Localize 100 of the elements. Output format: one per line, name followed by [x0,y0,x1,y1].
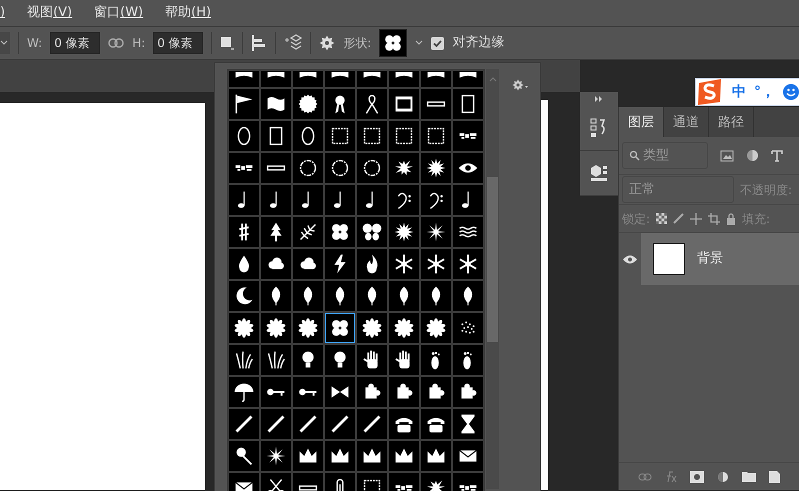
shape-swatch[interactable] [325,313,355,343]
shape-swatch[interactable] [421,377,451,407]
shape-swatch[interactable] [229,249,259,279]
shape-swatch[interactable] [453,249,483,279]
mask-icon[interactable] [690,470,704,482]
shape-swatch[interactable] [453,89,483,119]
text-filter-icon[interactable] [771,150,783,162]
shape-swatch[interactable] [261,313,291,343]
shape-swatch[interactable] [293,121,323,151]
shape-swatch[interactable] [453,345,483,375]
shape-swatch[interactable] [229,441,259,471]
shape-swatch[interactable] [453,71,483,87]
shape-swatch[interactable] [453,217,483,247]
shape-swatch[interactable] [325,217,355,247]
shape-swatch[interactable] [357,473,387,491]
shape-swatch[interactable] [453,153,483,183]
shape-swatch[interactable] [421,217,451,247]
shape-swatch[interactable] [357,89,387,119]
shape-swatch[interactable] [261,89,291,119]
shape-swatch[interactable] [389,281,419,311]
shape-swatch[interactable] [229,217,259,247]
shape-swatch[interactable] [421,89,451,119]
lock-icon[interactable] [726,212,736,224]
shape-swatch[interactable] [229,89,259,119]
shape-swatch[interactable] [357,313,387,343]
shape-swatch[interactable] [261,121,291,151]
brush-icon[interactable] [673,213,684,224]
shape-swatch[interactable] [453,281,483,311]
image-filter-icon[interactable] [720,150,734,162]
shape-swatch[interactable] [389,377,419,407]
shape-swatch[interactable] [453,441,483,471]
shape-swatch[interactable] [357,121,387,151]
shape-swatch[interactable] [229,313,259,343]
shape-swatch[interactable] [261,473,291,491]
shape-swatch[interactable] [261,281,291,311]
shape-swatch[interactable] [453,185,483,215]
shape-swatch[interactable] [389,121,419,151]
shape-swatch[interactable] [261,249,291,279]
ime-logo-icon[interactable] [696,78,724,106]
properties-icon[interactable] [589,163,609,183]
shape-swatch[interactable] [389,313,419,343]
shape-swatch[interactable] [293,313,323,343]
align-icon[interactable] [251,35,268,51]
shape-swatch[interactable] [293,345,323,375]
shape-swatch[interactable] [325,153,355,183]
shape-swatch[interactable] [229,345,259,375]
collapse-icon[interactable] [594,96,604,102]
menu-item[interactable]: 窗口(W) [94,3,144,23]
shape-swatch[interactable] [421,153,451,183]
layer-row[interactable]: 背景 [619,233,799,285]
shape-swatch[interactable] [229,153,259,183]
shape-swatch[interactable] [389,153,419,183]
settings-icon[interactable] [319,35,336,51]
shape-swatch[interactable] [261,153,291,183]
menu-item[interactable]: 帮助(H) [165,3,212,23]
scrollbar-thumb[interactable] [487,177,498,342]
shape-swatch[interactable] [229,71,259,87]
shape-swatch[interactable] [357,377,387,407]
shape-swatch[interactable] [325,441,355,471]
shape-swatch[interactable] [357,153,387,183]
shape-swatch[interactable] [357,281,387,311]
adjustment-icon[interactable] [717,470,730,482]
width-field[interactable]: 0 像素 [50,32,100,54]
shape-swatch[interactable] [453,121,483,151]
shape-swatch[interactable] [293,71,323,87]
shape-swatch[interactable] [229,281,259,311]
shape-swatch[interactable] [229,185,259,215]
history-icon[interactable] [590,117,608,139]
eye-icon[interactable] [623,254,637,264]
shape-swatch[interactable] [261,71,291,87]
shape-swatch[interactable] [453,409,483,439]
link-icon[interactable] [108,38,124,48]
shape-swatch[interactable] [357,185,387,215]
smiley-icon[interactable] [783,84,799,100]
shape-swatch[interactable] [325,377,355,407]
shape-swatch[interactable] [293,473,323,491]
shape-swatch[interactable] [293,249,323,279]
shape-swatch[interactable] [389,217,419,247]
dropdown-caret-icon[interactable] [0,32,10,54]
shape-swatch[interactable] [357,441,387,471]
panel-tab[interactable]: 通道 [664,107,709,137]
shape-swatch[interactable] [453,377,483,407]
shape-swatch[interactable] [261,185,291,215]
shape-swatch[interactable] [293,153,323,183]
menu-item[interactable]: 视图(V) [27,3,72,23]
arrange-icon[interactable] [284,34,302,52]
adjustment-filter-icon[interactable] [746,149,759,162]
shape-swatch[interactable] [261,345,291,375]
shape-swatch[interactable] [293,185,323,215]
shape-swatch[interactable] [389,185,419,215]
shape-swatch[interactable] [325,89,355,119]
shape-swatch[interactable] [293,409,323,439]
shape-swatch[interactable] [325,473,355,491]
shape-swatch[interactable] [421,313,451,343]
shape-swatch[interactable] [357,217,387,247]
panel-tab[interactable]: 路径 [709,107,754,137]
shape-swatch[interactable] [229,409,259,439]
shape-swatch[interactable] [229,377,259,407]
shape-swatch[interactable] [389,71,419,87]
shape-swatch[interactable] [293,377,323,407]
